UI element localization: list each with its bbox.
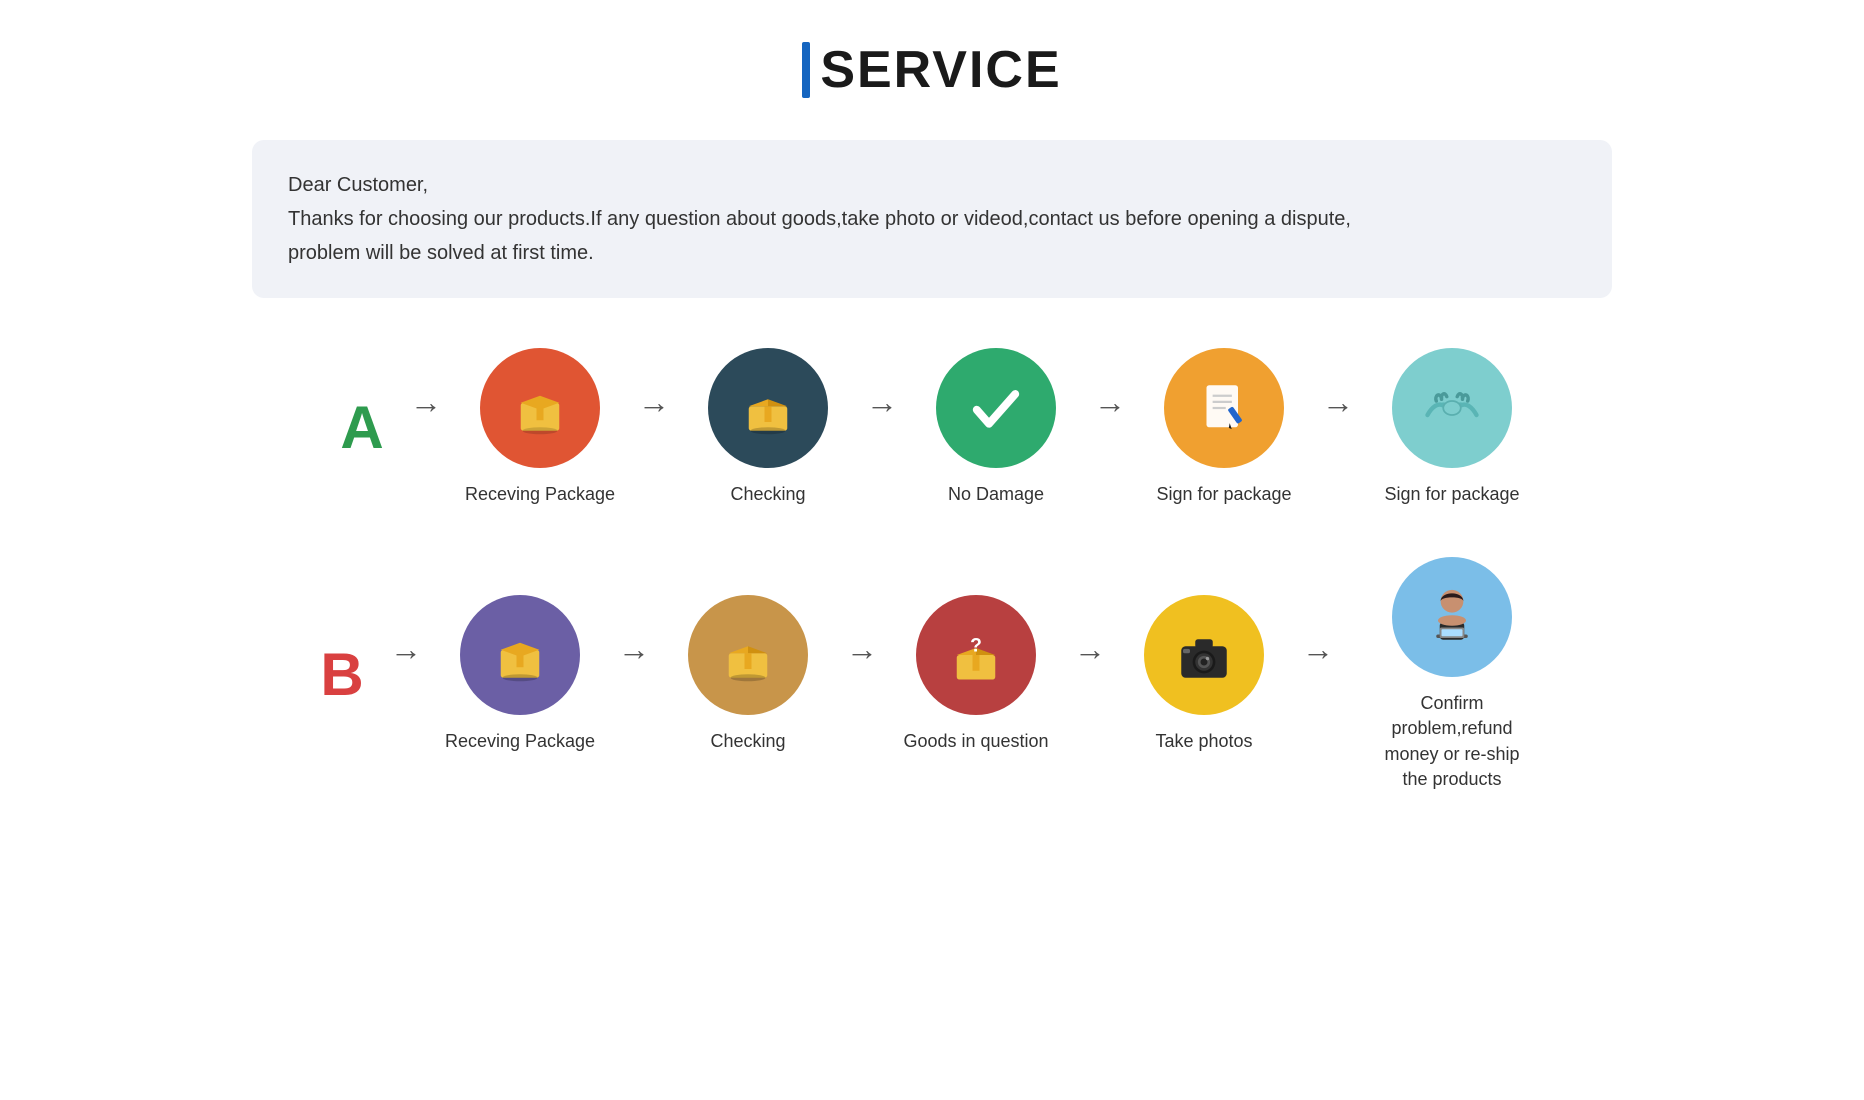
flow-item-b2: Checking bbox=[658, 595, 838, 754]
notice-line1: Dear Customer, bbox=[288, 168, 1576, 202]
flow-item-a2: Checking bbox=[678, 348, 858, 507]
flow-item-b5: Confirm problem,refund money or re-ship … bbox=[1342, 557, 1562, 792]
notice-line2: Thanks for choosing our products.If any … bbox=[288, 202, 1576, 236]
icon-b1-receiving bbox=[460, 595, 580, 715]
flow-row-a: A → Receving Package → bbox=[182, 348, 1682, 507]
arrow-b-4: → bbox=[1294, 631, 1342, 668]
icon-a1-receiving bbox=[480, 348, 600, 468]
flow-item-b1: Receving Package bbox=[430, 595, 610, 754]
icon-b3-question: ? bbox=[916, 595, 1036, 715]
icon-a5-handshake bbox=[1392, 348, 1512, 468]
arrow-b-0: → bbox=[382, 631, 430, 668]
flow-item-a3: No Damage bbox=[906, 348, 1086, 507]
flow-item-b3: ? Goods in question bbox=[886, 595, 1066, 754]
icon-a3-nodamage bbox=[936, 348, 1056, 468]
flow-item-a5: Sign for package bbox=[1362, 348, 1542, 507]
flow-row-a-section: A → Receving Package → bbox=[182, 348, 1682, 507]
flow-row-b-section: B → Receving Package → bbox=[182, 557, 1682, 792]
label-a3: No Damage bbox=[948, 482, 1044, 507]
flow-row-b: B → Receving Package → bbox=[182, 557, 1682, 792]
label-b1: Receving Package bbox=[445, 729, 595, 754]
label-b5: Confirm problem,refund money or re-ship … bbox=[1372, 691, 1532, 792]
label-a2: Checking bbox=[730, 482, 805, 507]
icon-b2-checking bbox=[688, 595, 808, 715]
flow-item-b4: Take photos bbox=[1114, 595, 1294, 754]
title-accent-bar bbox=[802, 42, 810, 98]
flow-item-a1: Receving Package bbox=[450, 348, 630, 507]
arrow-a-2: → bbox=[858, 384, 906, 421]
label-a4: Sign for package bbox=[1156, 482, 1291, 507]
arrow-b-3: → bbox=[1066, 631, 1114, 668]
arrow-b-1: → bbox=[610, 631, 658, 668]
arrow-a-0: → bbox=[402, 384, 450, 421]
icon-a4-sign bbox=[1164, 348, 1284, 468]
label-a5: Sign for package bbox=[1384, 482, 1519, 507]
label-b2: Checking bbox=[710, 729, 785, 754]
arrow-a-1: → bbox=[630, 384, 678, 421]
page-title: SERVICE bbox=[820, 40, 1061, 100]
notice-line3: problem will be solved at first time. bbox=[288, 236, 1576, 270]
label-b4: Take photos bbox=[1155, 729, 1252, 754]
icon-b5-confirm bbox=[1392, 557, 1512, 677]
row-b-label: B bbox=[302, 640, 382, 709]
svg-text:?: ? bbox=[970, 635, 982, 656]
icon-a2-checking bbox=[708, 348, 828, 468]
row-a-label: A bbox=[322, 393, 402, 462]
notice-box: Dear Customer, Thanks for choosing our p… bbox=[252, 140, 1612, 298]
arrow-a-4: → bbox=[1314, 384, 1362, 421]
arrow-b-2: → bbox=[838, 631, 886, 668]
label-b3: Goods in question bbox=[903, 729, 1048, 754]
arrow-a-3: → bbox=[1086, 384, 1134, 421]
flow-item-a4: Sign for package bbox=[1134, 348, 1314, 507]
page-title-section: SERVICE bbox=[802, 40, 1061, 100]
label-a1: Receving Package bbox=[465, 482, 615, 507]
icon-b4-camera bbox=[1144, 595, 1264, 715]
